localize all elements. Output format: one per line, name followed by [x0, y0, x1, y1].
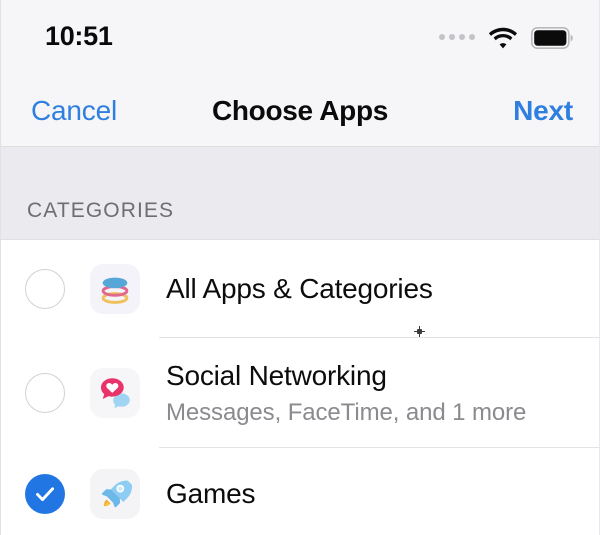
- list-item-social-networking[interactable]: Social Networking Messages, FaceTime, an…: [1, 338, 599, 448]
- speech-bubble-heart-icon: [90, 368, 140, 418]
- status-bar-time: 10:51: [45, 21, 113, 51]
- checkmark-icon: [36, 487, 55, 502]
- layers-icon: [90, 264, 140, 314]
- section-header-categories: CATEGORIES: [1, 147, 599, 240]
- list-item-title: Games: [166, 477, 256, 509]
- list-item-subtitle: Messages, FaceTime, and 1 more: [166, 398, 527, 426]
- rocket-icon: [90, 469, 140, 519]
- list-item-games[interactable]: Games: [1, 448, 599, 535]
- section-header-label: CATEGORIES: [27, 199, 175, 222]
- status-bar: 10:51: [1, 0, 599, 75]
- status-bar-indicators: [439, 26, 573, 49]
- battery-full-icon: [531, 26, 573, 49]
- list-item-all-apps[interactable]: All Apps & Categories: [1, 240, 599, 338]
- wifi-icon: [488, 27, 517, 48]
- list-item-title: All Apps & Categories: [166, 272, 433, 304]
- iphone-screen: 10:51 Cancel Choose Apps Next CATEGORIES: [0, 0, 600, 535]
- list-item-text: All Apps & Categories: [166, 273, 433, 305]
- list-item-text: Games: [166, 478, 255, 510]
- next-button[interactable]: Next: [513, 96, 573, 125]
- checkbox-social-networking[interactable]: [25, 373, 65, 413]
- signal-dots-icon: [439, 34, 475, 41]
- navigation-bar: Cancel Choose Apps Next: [1, 75, 599, 147]
- cancel-button[interactable]: Cancel: [31, 96, 117, 125]
- list-item-title: Social Networking: [166, 359, 387, 391]
- checkbox-games[interactable]: [25, 474, 65, 514]
- list-item-text: Social Networking Messages, FaceTime, an…: [166, 360, 526, 427]
- checkbox-all-apps[interactable]: [25, 269, 65, 309]
- categories-list: All Apps & Categories Social Networking …: [1, 240, 599, 535]
